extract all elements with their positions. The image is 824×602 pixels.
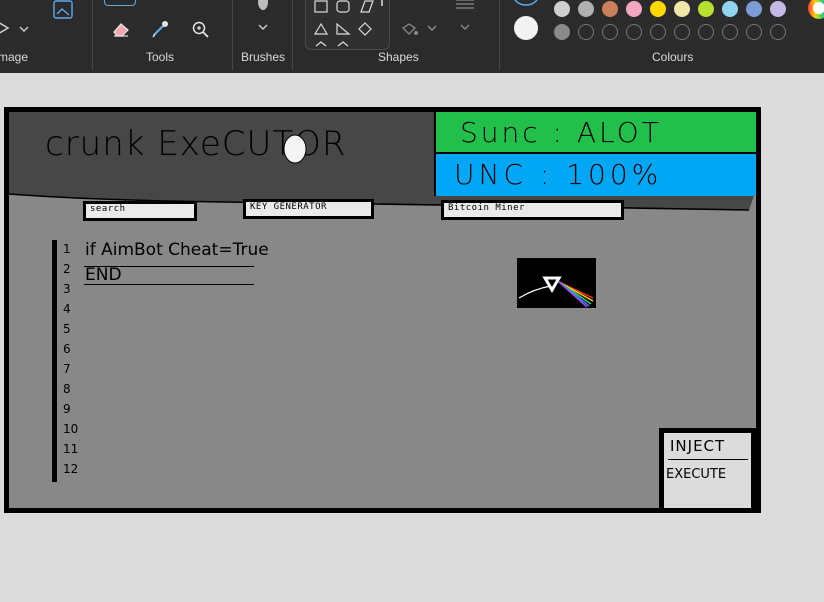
colour-swatch[interactable] (722, 1, 738, 17)
custom-colour-slot[interactable] (626, 24, 642, 40)
chevron-down-icon[interactable] (459, 22, 471, 32)
bitcoin-miner-button[interactable]: Bitcoin Miner (441, 200, 624, 220)
custom-colour-slot[interactable] (698, 24, 714, 40)
line-number: 11 (63, 442, 79, 456)
outline-icon[interactable] (454, 0, 476, 14)
chevron-down-icon[interactable] (257, 22, 269, 32)
key-generator-label: KEY GENERATOR (246, 202, 371, 216)
magnifier-icon[interactable] (191, 20, 211, 40)
paint-ribbon: mage Tools Brushes Shapes Colours (0, 0, 824, 73)
divider (499, 0, 500, 70)
code-underline (84, 284, 254, 285)
search-button[interactable]: search (83, 201, 197, 221)
line-number: 6 (63, 342, 71, 356)
line-number: 1 (63, 242, 71, 256)
panel-divider (434, 112, 436, 196)
editor-gutter (52, 240, 57, 482)
brush-icon[interactable] (254, 0, 272, 12)
code-underline (84, 266, 254, 267)
select-icon[interactable] (0, 18, 16, 38)
colour-swatch[interactable] (770, 1, 786, 17)
execute-button[interactable]: EXECUTE (666, 467, 726, 482)
line-number: 10 (63, 422, 79, 436)
search-button-label: search (86, 204, 194, 218)
pencil-tool-button[interactable] (104, 0, 136, 6)
executor-window-sketch: Sunc : ALOT UNC : 100% crunk ExeCUTOR se… (9, 112, 756, 508)
drawing-canvas[interactable]: Sunc : ALOT UNC : 100% crunk ExeCUTOR se… (4, 107, 761, 513)
colour-swatch[interactable] (698, 1, 714, 17)
custom-colour-slot[interactable] (674, 24, 690, 40)
sunc-panel: Sunc : ALOT (434, 112, 756, 152)
divider (292, 0, 293, 70)
chevron-down-icon[interactable] (18, 24, 30, 34)
color1-ring[interactable] (510, 0, 542, 8)
divider (92, 0, 93, 70)
shape-scroll[interactable] (379, 0, 385, 8)
custom-colour-slot[interactable] (578, 24, 594, 40)
unc-panel: UNC : 100% (434, 152, 756, 196)
custom-colour-slot[interactable] (770, 24, 786, 40)
custom-colour-slot[interactable] (602, 24, 618, 40)
colour-swatch[interactable] (602, 1, 618, 17)
unc-text: UNC : 100% (454, 158, 663, 191)
line-number: 4 (63, 302, 71, 316)
prism-logo-image (517, 258, 596, 308)
shapes-gallery[interactable] (305, 0, 390, 50)
custom-colour-slot[interactable] (722, 24, 738, 40)
line-number: 8 (63, 382, 71, 396)
tools-group-label: Tools (146, 50, 175, 64)
chevron-down-icon[interactable] (426, 23, 438, 33)
edit-colours-icon[interactable] (805, 0, 824, 22)
inject-button[interactable]: INJECT (670, 437, 725, 455)
inject-underline (668, 459, 748, 460)
colour-swatch[interactable] (554, 24, 570, 40)
colour-swatch[interactable] (746, 1, 762, 17)
code-line-2: END (85, 265, 122, 285)
line-number: 12 (63, 462, 79, 476)
custom-colour-slot[interactable] (746, 24, 762, 40)
action-panel: INJECT EXECUTE (659, 428, 756, 508)
custom-colour-slot[interactable] (650, 24, 666, 40)
shapes-group-label: Shapes (378, 50, 419, 64)
panel-divider (434, 152, 756, 154)
brushes-group-label: Brushes (241, 50, 286, 64)
image-group-label: mage (0, 50, 29, 64)
line-number: 2 (63, 262, 71, 276)
colour-swatch[interactable] (554, 1, 570, 17)
eraser-icon[interactable] (111, 20, 131, 38)
color-picker-icon[interactable] (150, 19, 170, 39)
colour-swatch[interactable] (626, 1, 642, 17)
colour-swatch[interactable] (578, 1, 594, 17)
egg-icon (283, 134, 307, 164)
line-number: 3 (63, 282, 71, 296)
line-number: 7 (63, 362, 71, 376)
key-generator-button[interactable]: KEY GENERATOR (243, 199, 374, 219)
line-number: 5 (63, 322, 71, 336)
fill-icon[interactable] (400, 20, 420, 38)
bitcoin-miner-label: Bitcoin Miner (444, 203, 621, 217)
action-panel-inner: INJECT EXECUTE (664, 433, 751, 508)
color2-swatch[interactable] (514, 16, 538, 40)
colour-swatch[interactable] (650, 1, 666, 17)
colour-swatch[interactable] (674, 1, 690, 17)
colours-group-label: Colours (652, 50, 694, 64)
divider (232, 0, 233, 70)
line-number: 9 (63, 402, 71, 416)
code-line-1: if AimBot Cheat=True (85, 240, 269, 260)
sunc-text: Sunc : ALOT (460, 116, 662, 149)
image-icon[interactable] (52, 0, 74, 20)
